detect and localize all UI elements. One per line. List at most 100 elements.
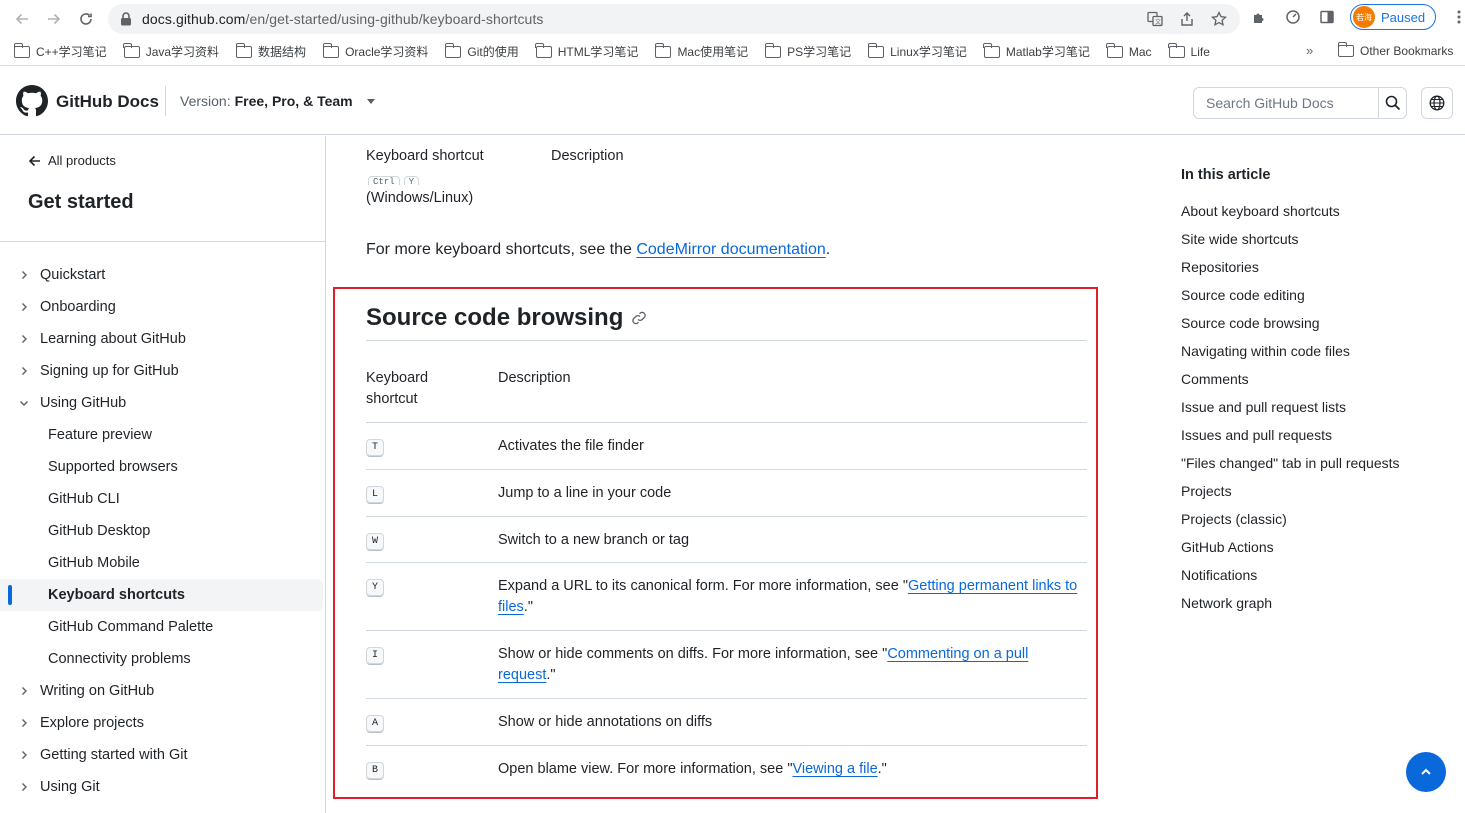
sidebar-item[interactable]: Writing on GitHub [0, 675, 325, 707]
kebab-menu-icon[interactable] [1448, 6, 1465, 28]
extension-speed-icon[interactable] [1282, 6, 1304, 28]
sidebar-item[interactable]: GitHub CLI [0, 483, 325, 515]
address-bar[interactable]: docs.github.com/en/get-started/using-git… [108, 4, 1240, 34]
translate-icon[interactable]: 文 [1146, 10, 1164, 28]
forward-icon[interactable] [38, 3, 70, 35]
docs-header: GitHub Docs Version: Free, Pro, & Team [0, 67, 1465, 135]
folder-icon [1106, 42, 1123, 58]
toc-link[interactable]: "Files changed" tab in pull requests [1181, 454, 1451, 482]
folder-icon [445, 42, 462, 58]
bookmark-folder[interactable]: PS学习笔记 [764, 42, 851, 60]
toc-link[interactable]: Network graph [1181, 594, 1451, 622]
chevron-right-icon [0, 269, 40, 281]
bookmark-folder[interactable]: C++学习笔记 [13, 42, 107, 60]
back-icon[interactable] [6, 3, 38, 35]
sidebar-item[interactable]: Onboarding [0, 291, 325, 323]
search-input[interactable] [1194, 88, 1378, 118]
bookmark-star-icon[interactable] [1210, 10, 1228, 28]
bookmark-folder[interactable]: Java学习资料 [123, 42, 219, 60]
folder-icon [983, 42, 1000, 58]
chevron-right-icon [0, 365, 40, 377]
bookmark-folder[interactable]: Git的使用 [445, 42, 519, 60]
bookmark-folder[interactable]: Oracle学习资料 [322, 42, 428, 60]
sidebar-item-label: Keyboard shortcuts [48, 587, 185, 603]
bookmark-folder[interactable]: 数据结构 [235, 42, 306, 60]
toc-link[interactable]: GitHub Actions [1181, 538, 1451, 566]
codemirror-docs-link[interactable]: CodeMirror documentation [636, 241, 825, 258]
svg-text:文: 文 [1155, 18, 1161, 26]
bookmark-folder[interactable]: Mac [1106, 42, 1152, 59]
table-row: W Switch to a new branch or tag [366, 517, 1087, 563]
toc-link[interactable]: Notifications [1181, 566, 1451, 594]
sidebar-item[interactable]: Quickstart [0, 259, 325, 291]
section-heading: Source code browsing [366, 304, 647, 332]
sidebar-item[interactable]: Signing up for GitHub [0, 355, 325, 387]
kbd-key: L [366, 486, 384, 504]
folder-icon [535, 42, 552, 58]
sidebar-item[interactable]: Supported browsers [0, 451, 325, 483]
sidebar-item[interactable]: Explore projects [0, 707, 325, 739]
github-logo-icon[interactable] [16, 85, 48, 117]
sidebar-item[interactable]: Getting started with Git [0, 739, 325, 771]
profile-paused-button[interactable]: 若海 Paused [1350, 4, 1437, 30]
toc-link[interactable]: Issues and pull requests [1181, 426, 1451, 454]
bookmark-folder[interactable]: HTML学习笔记 [535, 42, 638, 60]
reload-icon[interactable] [70, 3, 102, 35]
anchor-link-icon[interactable] [631, 310, 647, 326]
toc-link[interactable]: Comments [1181, 370, 1451, 398]
toc-link[interactable]: Repositories [1181, 258, 1451, 286]
folder-icon [867, 42, 885, 58]
bookmark-folder[interactable]: Mac使用笔记 [655, 42, 748, 60]
bookmarks-overflow-button[interactable]: » [1306, 43, 1313, 58]
sidebar-item[interactable]: Connectivity problems [0, 643, 325, 675]
other-bookmarks-folder[interactable]: Other Bookmarks [1337, 42, 1453, 58]
caret-down-icon [366, 98, 375, 104]
search-icon[interactable] [1378, 88, 1406, 118]
folder-icon [235, 42, 253, 58]
toc-link[interactable]: Projects (classic) [1181, 510, 1451, 538]
bookmark-folder[interactable]: Linux学习笔记 [867, 42, 967, 60]
sidebar-item[interactable]: Using Git [0, 771, 325, 803]
sidebar-item[interactable]: GitHub Command Palette [0, 611, 325, 643]
toc-link[interactable]: Source code editing [1181, 286, 1451, 314]
table-row: L Jump to a line in your code [366, 470, 1087, 517]
sidebar-item[interactable]: GitHub Desktop [0, 515, 325, 547]
bookmark-folder[interactable]: Life [1168, 42, 1210, 59]
lock-icon [120, 12, 134, 26]
sidebar-item[interactable]: Using GitHub [0, 387, 325, 419]
toc-link[interactable]: Projects [1181, 482, 1451, 510]
bookmark-folder[interactable]: Matlab学习笔记 [983, 42, 1090, 60]
sidebar-item-label: Quickstart [40, 267, 106, 283]
version-picker[interactable]: Version: Free, Pro, & Team [180, 93, 375, 109]
sidebar-item[interactable]: Keyboard shortcuts [0, 579, 323, 611]
sidebar-item[interactable]: Learning about GitHub [0, 323, 325, 355]
side-panel-icon[interactable] [1316, 6, 1338, 28]
toc-link[interactable]: Source code browsing [1181, 314, 1451, 342]
col-header-shortcut: Keyboard shortcut [366, 370, 429, 407]
col-header-description: Description [498, 370, 571, 386]
shortcut-cell: W [366, 531, 384, 551]
sidebar-item-label: Feature preview [48, 427, 152, 443]
sidebar-item[interactable]: Feature preview [0, 419, 325, 451]
sidebar-item-label: Explore projects [40, 715, 144, 731]
scroll-to-top-button[interactable] [1406, 752, 1446, 792]
sidebar-item[interactable]: GitHub Mobile [0, 547, 325, 579]
site-brand[interactable]: GitHub Docs [56, 92, 159, 112]
toc-link[interactable]: Site wide shortcuts [1181, 230, 1451, 258]
toc-title: In this article [1181, 167, 1271, 183]
browser-toolbar: docs.github.com/en/get-started/using-git… [0, 0, 1465, 38]
doc-link[interactable]: Viewing a file [792, 761, 877, 777]
toc-link[interactable]: Issue and pull request lists [1181, 398, 1451, 426]
folder-icon [13, 42, 30, 58]
share-icon[interactable] [1178, 10, 1196, 28]
toc-link[interactable]: Navigating within code files [1181, 342, 1451, 370]
folder-icon [764, 42, 782, 58]
shortcut-cell: B [366, 760, 384, 780]
toc-link[interactable]: About keyboard shortcuts [1181, 202, 1451, 230]
globe-icon[interactable] [1421, 87, 1453, 119]
all-products-link[interactable]: All products [28, 153, 116, 168]
table-row: A Show or hide annotations on diffs [366, 699, 1087, 746]
sidebar-item-label: GitHub Desktop [48, 523, 151, 539]
extensions-icon[interactable] [1248, 6, 1270, 28]
sidebar-item-label: Onboarding [40, 299, 116, 315]
